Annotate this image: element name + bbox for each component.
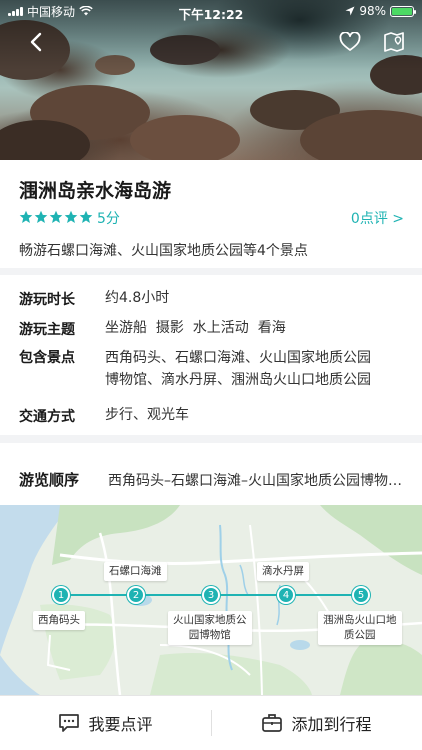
reviews-link[interactable]: 0点评 > [351,208,404,228]
status-time: 下午12:22 [178,7,244,22]
route-stop-1[interactable]: 1 [52,586,70,604]
tour-subtitle: 畅游石螺口海滩、火山国家地质公园等4个景点 [19,243,308,259]
bottom-divider [211,710,212,736]
back-chevron-icon [30,32,42,52]
route-stop-5-label-line1: 涠洲岛火山口地 [323,614,397,626]
route-stop-4[interactable]: 4 [277,586,295,604]
star-icon [79,210,93,223]
status-bar: 中国移动 下午12:22 98% [0,0,422,22]
battery-icon [390,5,416,17]
route-stop-1-label: 西角码头 [33,611,85,630]
favorite-button[interactable] [336,28,364,56]
add-to-itinerary-label: 添加到行程 [291,715,372,734]
route-stop-3-label: 火山国家地质公 园博物馆 [168,611,252,645]
route-value: 西角码头–石螺口海滩–火山国家地质公园博物馆–滴水丹屏–涠洲岛火山口地质公园 [108,473,403,489]
spots-value-line2: 博物馆、滴水丹屏、涠洲岛火山口地质公园 [105,372,371,388]
star-icon [64,210,78,223]
route-stop-2[interactable]: 2 [127,586,145,604]
back-button[interactable] [22,28,50,56]
route-stop-3-label-line2: 园博物馆 [188,629,231,641]
star-icon [19,210,33,223]
star-icon [49,210,63,223]
route-stop-5-label-line2: 质公园 [344,629,376,641]
theme-label: 游玩主题 [19,322,75,338]
hero-image [0,0,422,160]
spots-value-line1: 西角码头、石螺口海滩、火山国家地质公园 [105,350,371,366]
transport-row: 交通方式 步行、观光车 [19,406,189,426]
duration-value: 约4.8小时 [105,290,170,306]
theme-row: 游玩主题 坐游船 摄影 水上活动 看海 [19,319,286,339]
rating-stars [19,210,93,224]
rating-score: 5分 [97,211,120,227]
duration-label: 游玩时长 [19,292,75,308]
route-map[interactable]: 1 2 3 4 5 西角码头 石螺口海滩 火山国家地质公 园博物馆 滴水丹屏 涠… [0,505,422,695]
map-icon [384,32,404,52]
duration-row: 游玩时长 约4.8小时 [19,289,169,309]
route-stop-5[interactable]: 5 [352,586,370,604]
route-stop-4-label: 滴水丹屏 [257,562,309,581]
add-to-itinerary-button[interactable]: 添加到行程 [211,696,422,750]
spots-row: 包含景点 西角码头、石螺口海滩、火山国家地质公园 博物馆、滴水丹屏、涠洲岛火山口… [19,349,371,391]
map-button[interactable] [380,28,408,56]
suitcase-icon [262,714,283,732]
route-label: 游览顺序 [19,471,80,489]
comment-icon [59,714,80,732]
write-review-button[interactable]: 我要点评 [0,696,211,750]
spots-label: 包含景点 [19,350,75,366]
theme-value: 坐游船 摄影 水上活动 看海 [105,320,286,336]
star-icon [34,210,48,223]
route-stop-5-label: 涠洲岛火山口地 质公园 [318,611,402,645]
transport-label: 交通方式 [19,409,75,425]
tour-title: 涠洲岛亲水海岛游 [19,180,172,202]
transport-value: 步行、观光车 [105,407,189,423]
write-review-label: 我要点评 [88,715,153,734]
route-stop-2-label: 石螺口海滩 [104,562,167,581]
heart-outline-icon [339,32,361,51]
route-stop-3[interactable]: 3 [202,586,220,604]
bottom-action-bar: 我要点评 添加到行程 [0,695,422,750]
route-stop-3-label-line1: 火山国家地质公 [173,614,247,626]
